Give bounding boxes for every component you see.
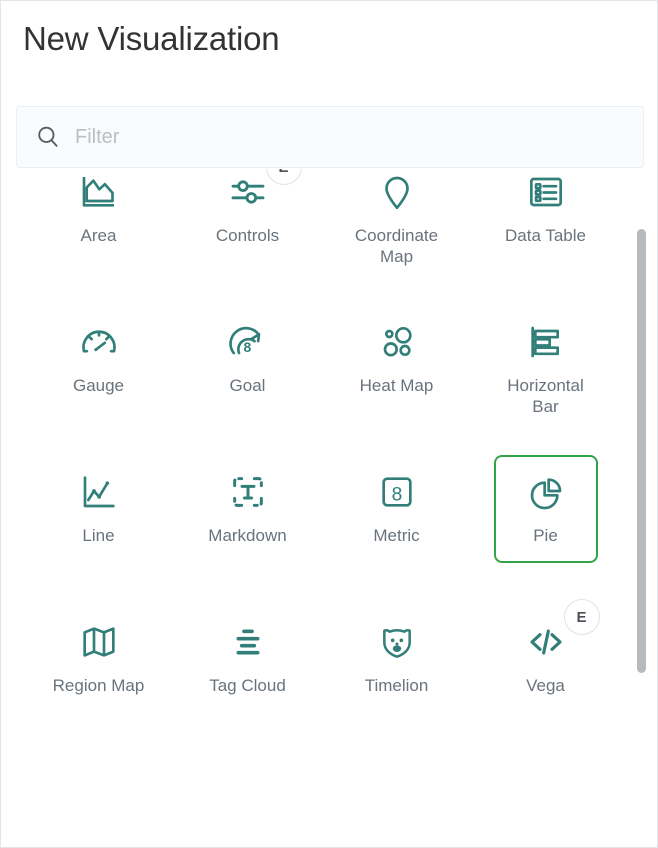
modal-header: New Visualization	[1, 1, 657, 59]
search-input[interactable]	[75, 125, 615, 149]
tag-cloud-icon	[227, 621, 269, 663]
viz-type-label: Metric	[373, 526, 420, 545]
vertical-scrollbar[interactable]	[636, 173, 648, 713]
viz-type-label: Pie	[533, 526, 558, 545]
viz-type-option-line[interactable]: Line	[47, 455, 151, 559]
viz-type-option-gauge[interactable]: Gauge	[47, 305, 151, 409]
timelion-bear-icon	[376, 621, 418, 663]
svg-text:8: 8	[391, 484, 402, 505]
viz-type-option-area[interactable]: Area	[47, 169, 151, 259]
viz-type-label: Coordinate Map	[354, 226, 439, 266]
viz-type-option-metric[interactable]: 8 Metric	[345, 455, 449, 559]
viz-type-cell: 8 Metric	[322, 447, 471, 597]
pie-chart-icon	[525, 473, 567, 515]
viz-type-label: Data Table	[505, 226, 586, 245]
experimental-badge: E	[265, 169, 302, 185]
viz-type-cell: Region Map	[24, 597, 173, 714]
viz-type-option-vega[interactable]: Vega E	[494, 599, 600, 709]
viz-type-label: Region Map	[52, 676, 145, 695]
viz-type-cell: Vega E	[471, 597, 620, 714]
viz-type-option-pie[interactable]: Pie	[493, 455, 598, 563]
viz-type-cell: Controls E	[173, 169, 322, 297]
viz-type-cell: Tag Cloud	[173, 597, 322, 714]
viz-type-label: Vega	[526, 676, 565, 695]
viz-type-option-region-map[interactable]: Region Map	[47, 605, 151, 709]
vega-code-icon	[525, 621, 567, 663]
area-chart-icon	[78, 171, 120, 213]
viz-type-label: Tag Cloud	[209, 676, 286, 695]
gauge-icon	[78, 321, 120, 363]
heat-map-icon	[376, 321, 418, 363]
horizontal-bar-icon	[525, 321, 567, 363]
page-title: New Visualization	[23, 20, 280, 57]
visualization-type-list: Area Controls E Coordinate Map Data Table Gau…	[2, 169, 657, 714]
viz-type-cell: Horizontal Bar	[471, 297, 620, 447]
viz-type-cell: Data Table	[471, 169, 620, 297]
filter-search-bar[interactable]	[16, 106, 644, 168]
viz-type-option-coordinate-map[interactable]: Coordinate Map	[345, 169, 449, 269]
viz-type-option-controls[interactable]: Controls E	[196, 169, 302, 259]
line-chart-icon	[78, 471, 120, 513]
viz-type-cell: Pie	[471, 447, 620, 597]
viz-type-cell: Area	[24, 169, 173, 297]
viz-type-option-markdown[interactable]: Markdown	[196, 455, 300, 559]
viz-type-cell: Timelion	[322, 597, 471, 714]
viz-type-label: Timelion	[364, 676, 429, 695]
data-table-icon	[525, 171, 567, 213]
viz-type-option-tag-cloud[interactable]: Tag Cloud	[196, 605, 300, 709]
controls-slider-icon	[227, 171, 269, 213]
viz-type-option-timelion[interactable]: Timelion	[345, 605, 449, 709]
viz-type-label: Heat Map	[359, 376, 434, 395]
viz-type-option-goal[interactable]: 8 Goal	[196, 305, 300, 409]
goal-icon: 8	[227, 321, 269, 363]
viz-type-cell: 8 Goal	[173, 297, 322, 447]
region-map-icon	[78, 621, 120, 663]
viz-type-label: Horizontal Bar	[507, 376, 584, 416]
svg-text:8: 8	[243, 339, 251, 355]
viz-type-label: Gauge	[72, 376, 125, 395]
scrollbar-thumb[interactable]	[637, 229, 646, 673]
viz-type-label: Area	[80, 226, 117, 245]
experimental-badge: E	[563, 599, 600, 635]
viz-type-cell: Gauge	[24, 297, 173, 447]
metric-number-icon: 8	[376, 471, 418, 513]
new-visualization-modal: New Visualization Area Controls E Coordinat…	[0, 0, 658, 848]
viz-type-label: Controls	[215, 226, 280, 245]
visualization-type-grid: Area Controls E Coordinate Map Data Table Gau…	[2, 169, 642, 714]
viz-type-option-data-table[interactable]: Data Table	[494, 169, 598, 259]
search-icon	[35, 124, 61, 150]
viz-type-cell: Coordinate Map	[322, 169, 471, 297]
viz-type-cell: Line	[24, 447, 173, 597]
viz-type-label: Goal	[229, 376, 266, 395]
viz-type-option-heat-map[interactable]: Heat Map	[345, 305, 449, 409]
markdown-text-icon	[227, 471, 269, 513]
viz-type-option-horizontal-bar[interactable]: Horizontal Bar	[494, 305, 598, 419]
viz-type-label: Line	[82, 526, 115, 545]
viz-type-cell: Heat Map	[322, 297, 471, 447]
viz-type-cell: Markdown	[173, 447, 322, 597]
viz-type-label: Markdown	[208, 526, 287, 545]
map-marker-icon	[376, 171, 418, 213]
